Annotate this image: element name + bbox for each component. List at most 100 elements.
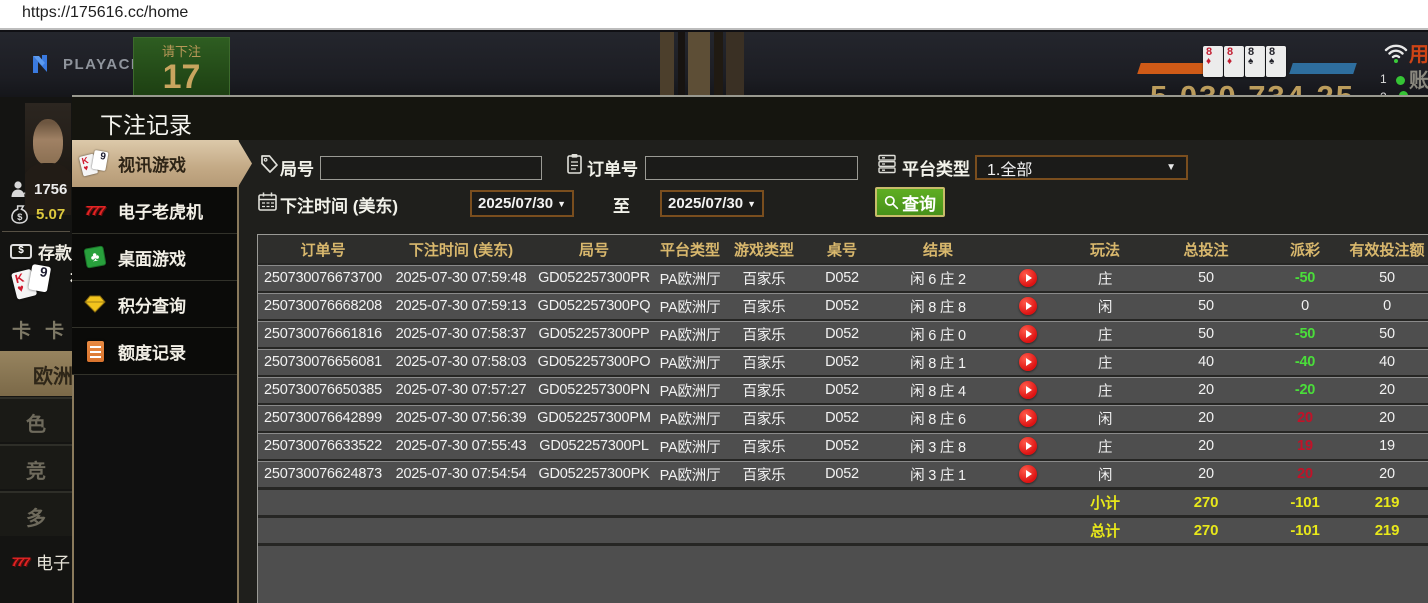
chevron-down-icon: ▼ bbox=[557, 199, 566, 209]
modal-title: 下注记录 bbox=[100, 106, 192, 140]
balance-amount: 5.07 bbox=[36, 206, 65, 223]
cell-valid: 40 bbox=[1346, 354, 1428, 370]
betting-records-modal: 下注记录 K♥9 视讯游戏 777 电子老虎机 ♣ bbox=[72, 95, 1428, 603]
cell-table_no: D052 bbox=[802, 438, 882, 454]
bet-countdown-panel: 请下注 17 bbox=[133, 37, 230, 97]
modal-title-bar: 下注记录 bbox=[72, 97, 1428, 140]
chevron-down-icon: ▼ bbox=[1166, 162, 1176, 173]
table-row: 2507300766560812025-07-30 07:58:03GD0522… bbox=[258, 347, 1428, 375]
edge-menu-account[interactable]: 账 bbox=[1409, 64, 1428, 93]
play-icon bbox=[1026, 386, 1032, 394]
playing-card: 8♠ bbox=[1245, 46, 1265, 77]
cell-payout: -20 bbox=[1264, 382, 1346, 398]
grand-total-valid-bet: 219 bbox=[1346, 522, 1428, 539]
order-no-input[interactable] bbox=[645, 156, 858, 180]
background-strip bbox=[660, 32, 674, 97]
subtotal-payout: -101 bbox=[1264, 494, 1346, 511]
cell-time: 2025-07-30 07:59:48 bbox=[388, 270, 534, 286]
replay-play-button[interactable] bbox=[1019, 437, 1037, 455]
col-header-game-type: 游戏类型 bbox=[726, 239, 802, 260]
sidebar-item-credit-records[interactable]: 额度记录 bbox=[72, 328, 237, 375]
cell-result: 闲 8 庄 1 bbox=[882, 352, 994, 373]
table-cards-icon: ♣ bbox=[81, 247, 109, 267]
cell-order: 250730076668208 bbox=[258, 298, 388, 314]
date-from-picker[interactable]: 2025/07/30 ▼ bbox=[470, 190, 574, 217]
replay-play-button[interactable] bbox=[1019, 465, 1037, 483]
grand-total-label: 总计 bbox=[1062, 520, 1148, 541]
background-strip bbox=[714, 32, 723, 97]
browser-url-bar[interactable]: https://175616.cc/home bbox=[0, 0, 1428, 30]
cell-game: GD052257300PL bbox=[534, 438, 654, 454]
cell-result: 闲 3 庄 1 bbox=[882, 464, 994, 485]
slots-777-icon: 777 bbox=[81, 203, 109, 218]
cell-game_type: 百家乐 bbox=[726, 380, 802, 401]
bg-nav-item-slots[interactable]: 777 电子 bbox=[12, 549, 70, 574]
cell-order: 250730076661816 bbox=[258, 326, 388, 342]
table-row: 2507300766335222025-07-30 07:55:43GD0522… bbox=[258, 431, 1428, 459]
deposit-button[interactable]: $ 存款 bbox=[10, 239, 72, 264]
cell-game_type: 百家乐 bbox=[726, 464, 802, 485]
platform-type-select[interactable]: 1.全部 ▼ bbox=[975, 155, 1188, 180]
replay-play-button[interactable] bbox=[1019, 353, 1037, 371]
table-row: 2507300766737002025-07-30 07:59:48GD0522… bbox=[258, 263, 1428, 291]
url-text[interactable]: https://175616.cc/home bbox=[22, 4, 188, 22]
date-to-picker[interactable]: 2025/07/30 ▼ bbox=[660, 190, 764, 217]
cell-order: 250730076624873 bbox=[258, 466, 388, 482]
balance-row: $ 5.07 bbox=[11, 204, 65, 225]
background-strip bbox=[688, 32, 710, 97]
cell-table_no: D052 bbox=[802, 382, 882, 398]
replay-play-button[interactable] bbox=[1019, 297, 1037, 315]
col-header-total-bet: 总投注 bbox=[1148, 239, 1264, 260]
user-id: 1756 bbox=[34, 181, 67, 198]
sidebar-item-table-games[interactable]: ♣ 桌面游戏 bbox=[72, 234, 237, 281]
platform-type-label: 平台类型 bbox=[902, 155, 970, 180]
game-no-input[interactable] bbox=[320, 156, 542, 180]
edge-menu-user[interactable]: 用 bbox=[1409, 38, 1428, 67]
replay-play-button[interactable] bbox=[1019, 409, 1037, 427]
cell-valid: 20 bbox=[1346, 382, 1428, 398]
replay-play-button[interactable] bbox=[1019, 269, 1037, 287]
grand-total-payout: -101 bbox=[1264, 522, 1346, 539]
cell-game_type: 百家乐 bbox=[726, 324, 802, 345]
replay-cell bbox=[994, 437, 1062, 455]
cell-game_type: 百家乐 bbox=[726, 436, 802, 457]
playing-card: 8♠ bbox=[1266, 46, 1286, 77]
cell-time: 2025-07-30 07:54:54 bbox=[388, 466, 534, 482]
nav-card-label[interactable]: 卡卡 bbox=[12, 316, 78, 343]
bg-nav-item-multi[interactable]: 多 bbox=[0, 491, 72, 536]
cell-payout: 20 bbox=[1264, 466, 1346, 482]
sidebar-item-slots[interactable]: 777 电子老虎机 bbox=[72, 187, 237, 234]
cell-game: GD052257300PR bbox=[534, 270, 654, 286]
svg-text:*: * bbox=[23, 192, 26, 198]
gem-icon bbox=[81, 294, 109, 314]
replay-cell bbox=[994, 325, 1062, 343]
subtotal-label: 小计 bbox=[1062, 492, 1148, 513]
subtotal-valid-bet: 219 bbox=[1346, 494, 1428, 511]
sidebar-item-video-games[interactable]: K♥9 视讯游戏 bbox=[72, 140, 252, 187]
table-row: 2507300766248732025-07-30 07:54:54GD0522… bbox=[258, 459, 1428, 487]
screen: https://175616.cc/home PLAYACE 请下注 17 bbox=[0, 0, 1428, 603]
banker-bet-bar bbox=[1137, 63, 1213, 74]
replay-play-button[interactable] bbox=[1019, 381, 1037, 399]
dealt-cards: 8♦8♦8♠8♠ bbox=[1203, 46, 1287, 77]
order-no-label: 订单号 bbox=[587, 155, 638, 180]
bg-nav-item-europe[interactable]: 欧洲 bbox=[0, 351, 72, 396]
bg-nav-item-dice[interactable]: 色 bbox=[0, 397, 72, 442]
cell-game: GD052257300PO bbox=[534, 354, 654, 370]
cell-table_no: D052 bbox=[802, 410, 882, 426]
cell-table_no: D052 bbox=[802, 354, 882, 370]
table-row: 2507300766618162025-07-30 07:58:37GD0522… bbox=[258, 319, 1428, 347]
countdown-seconds: 17 bbox=[134, 60, 229, 94]
replay-play-button[interactable] bbox=[1019, 325, 1037, 343]
cell-payout: -50 bbox=[1264, 326, 1346, 342]
query-button[interactable]: 查询 bbox=[875, 187, 945, 217]
playace-logo-text: PLAYACE bbox=[63, 56, 142, 73]
col-header-valid-bet: 有效投注额 bbox=[1346, 239, 1428, 260]
cell-payout: 0 bbox=[1264, 298, 1346, 314]
cell-game: GD052257300PN bbox=[534, 382, 654, 398]
svg-text:$: $ bbox=[17, 212, 23, 223]
cell-play: 庄 bbox=[1062, 268, 1148, 289]
sidebar-item-points-query[interactable]: 积分查询 bbox=[72, 281, 237, 328]
bg-nav-item-race[interactable]: 竞 bbox=[0, 444, 72, 489]
cell-total: 40 bbox=[1148, 354, 1264, 370]
